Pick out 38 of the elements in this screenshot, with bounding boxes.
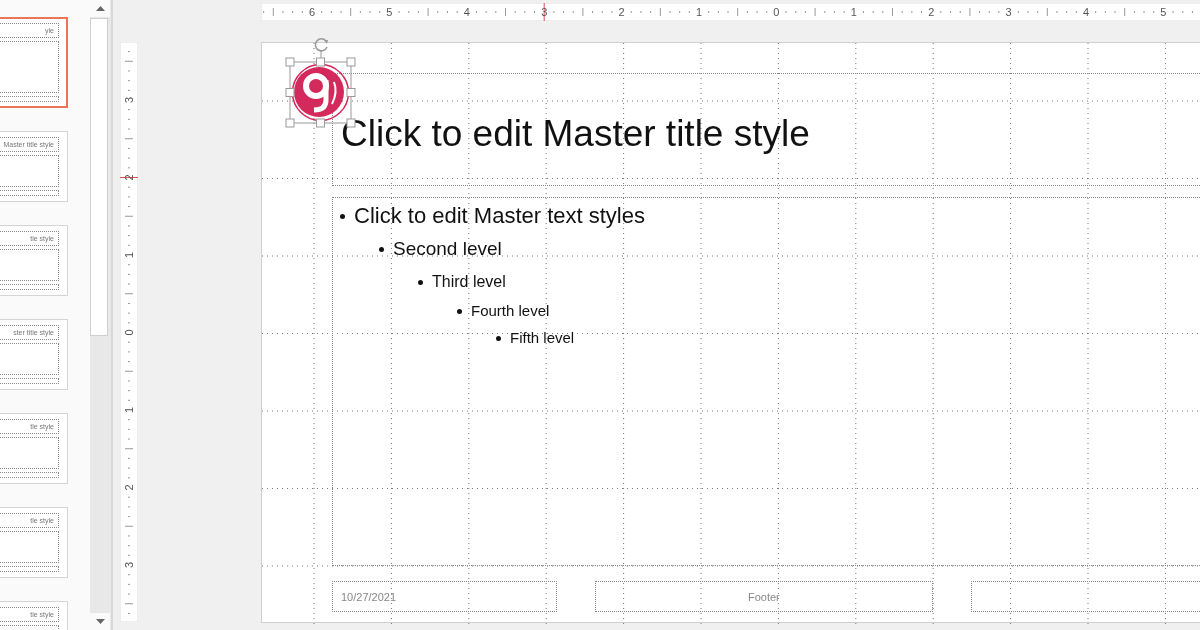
ruler-number: 3 bbox=[541, 6, 548, 18]
date-placeholder[interactable]: 10/27/2021 bbox=[332, 581, 558, 612]
ruler-number: 2 bbox=[123, 484, 135, 491]
bullet-text: Second level bbox=[393, 237, 502, 261]
slide-number-placeholder[interactable] bbox=[970, 581, 1200, 612]
bullet-point-icon bbox=[496, 335, 501, 341]
ruler-number: 5 bbox=[386, 6, 393, 18]
ruler-number: 2 bbox=[928, 6, 935, 18]
bullet-text: Fifth level bbox=[510, 328, 575, 348]
caret-down-icon bbox=[95, 619, 105, 624]
ruler-number: 1 bbox=[123, 251, 135, 259]
ruler-number: 0 bbox=[773, 6, 780, 18]
ruler-number: 3 bbox=[123, 96, 135, 104]
scroll-down-button[interactable] bbox=[90, 613, 110, 630]
caret-up-icon bbox=[95, 6, 105, 11]
scroll-thumb[interactable] bbox=[90, 18, 108, 336]
ruler-number: 6 bbox=[308, 6, 316, 18]
ruler-number: 1 bbox=[850, 6, 857, 18]
bullet-point-icon bbox=[379, 246, 384, 252]
ruler-number: 3 bbox=[123, 561, 135, 569]
scroll-up-button[interactable] bbox=[90, 0, 110, 17]
footer-placeholder[interactable]: Footer bbox=[595, 581, 933, 612]
ruler-number: 4 bbox=[463, 6, 470, 18]
bullet-point-icon bbox=[457, 308, 462, 314]
ruler-number: 0 bbox=[123, 329, 135, 336]
ruler-number: 3 bbox=[1005, 6, 1012, 18]
ruler-number: 1 bbox=[695, 6, 703, 18]
bullet-text: Click to edit Master text styles bbox=[354, 202, 645, 230]
ruler-number: 1 bbox=[123, 406, 135, 414]
text-placeholder[interactable]: Click to edit Master text styles Second level Third level Fourth level Fifth level bbox=[332, 197, 1200, 566]
bullet-text: Fourth level bbox=[471, 301, 550, 321]
bullet-point-icon bbox=[418, 279, 423, 285]
ruler-number: 2 bbox=[123, 174, 135, 181]
ruler-number: 2 bbox=[618, 6, 625, 18]
ruler-number: 4 bbox=[1082, 6, 1090, 18]
bullet-text: Third level bbox=[432, 272, 506, 292]
bullet-point-icon bbox=[340, 213, 345, 219]
ruler-number: 5 bbox=[1160, 6, 1167, 18]
